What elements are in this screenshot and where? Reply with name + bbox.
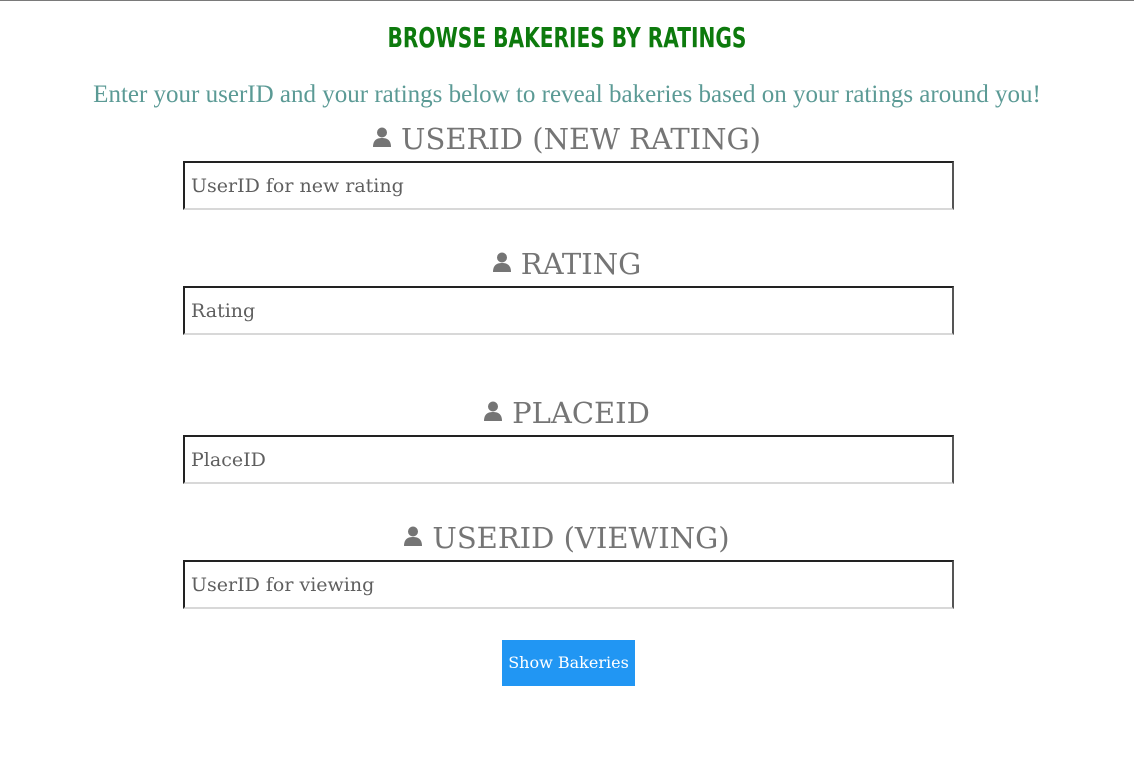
user-icon bbox=[404, 526, 423, 546]
userid-viewing-input[interactable] bbox=[183, 560, 954, 609]
field-label-text: PLACEID bbox=[512, 396, 650, 430]
page-subtitle: Enter your userID and your ratings below… bbox=[93, 81, 1041, 108]
top-divider bbox=[0, 0, 1134, 1]
field-label-text: USERID (VIEWING) bbox=[432, 521, 730, 555]
userid-new-rating-input[interactable] bbox=[183, 161, 954, 210]
show-bakeries-button[interactable]: Show Bakeries bbox=[502, 640, 635, 686]
field-label-rating: RATING bbox=[0, 244, 1134, 284]
field-label-text: USERID (NEW RATING) bbox=[401, 122, 761, 156]
placeid-input[interactable] bbox=[183, 435, 954, 484]
field-label-placeid: PLACEID bbox=[0, 393, 1134, 433]
rating-input[interactable] bbox=[183, 286, 954, 335]
page-title: BROWSE BAKERIES BY RATINGS bbox=[387, 21, 747, 54]
field-label-userid-viewing: USERID (VIEWING) bbox=[0, 518, 1134, 558]
field-label-text: RATING bbox=[520, 247, 642, 281]
user-icon bbox=[373, 127, 392, 147]
field-label-userid-new-rating: USERID (NEW RATING) bbox=[0, 119, 1134, 159]
user-icon bbox=[484, 401, 503, 421]
user-icon bbox=[492, 252, 511, 272]
